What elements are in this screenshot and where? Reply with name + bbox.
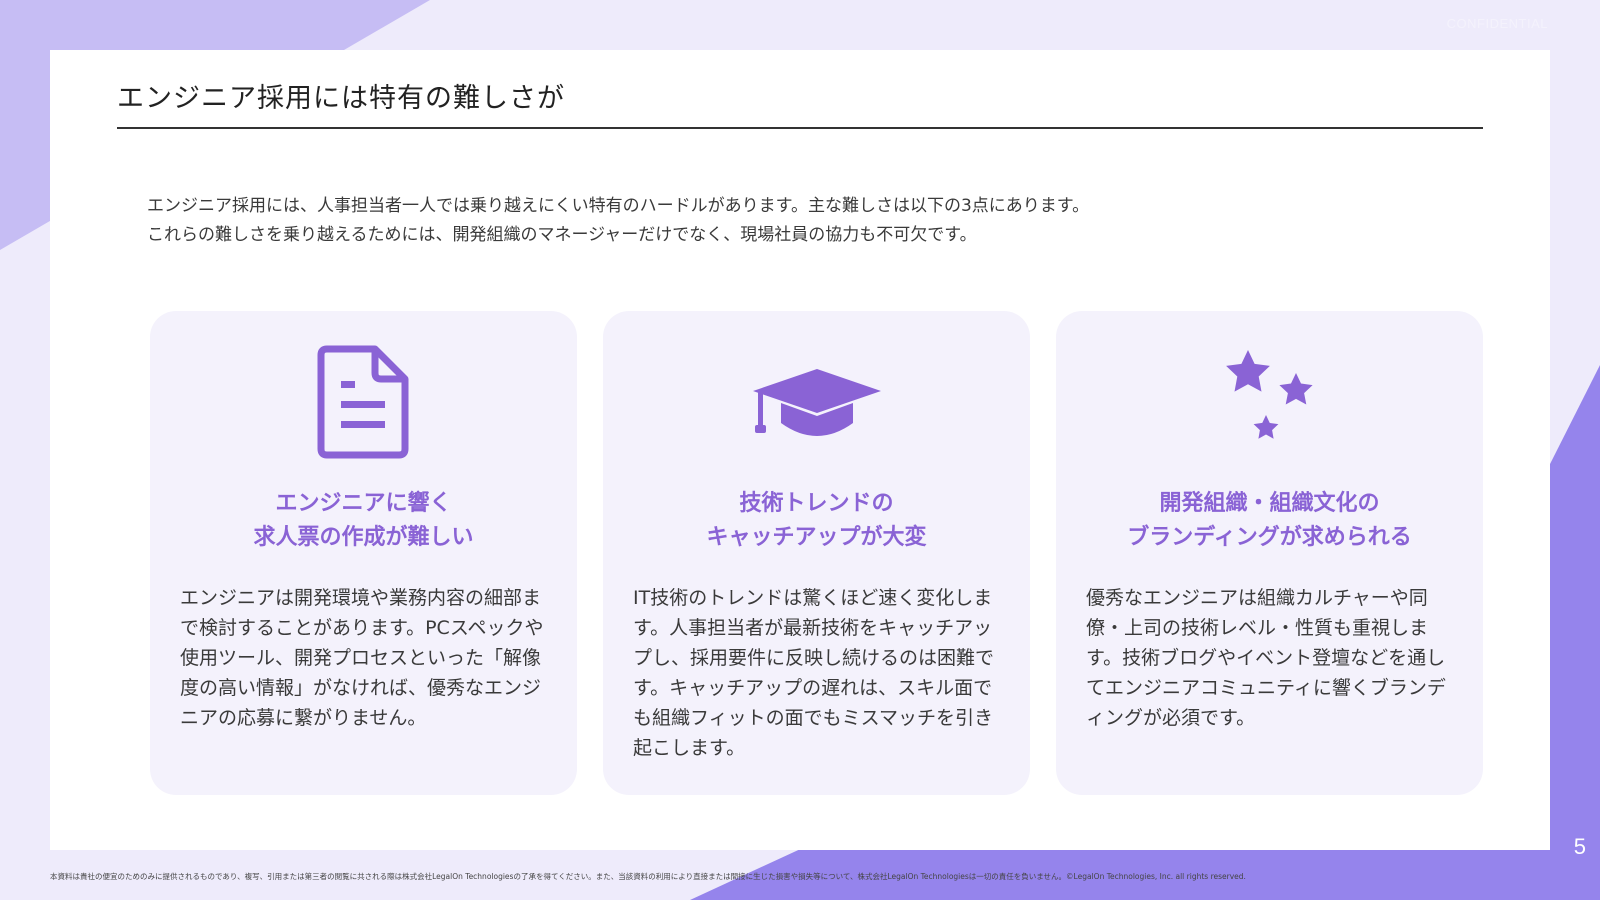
document-icon: [150, 345, 577, 467]
card-branding: 開発組織・組織文化の ブランディングが求められる 優秀なエンジニアは組織カルチャ…: [1056, 311, 1483, 795]
card-heading-line: ブランディングが求められる: [1127, 525, 1412, 550]
graduation-cap-icon: [603, 345, 1030, 467]
card-heading-line: 技術トレンドの: [739, 491, 894, 516]
card-job-posting: エンジニアに響く 求人票の作成が難しい エンジニアは開発環境や業務内容の細部まで…: [150, 311, 577, 795]
card-body: IT技術のトレンドは驚くほど速く変化します。人事担当者が最新技術をキャッチアップ…: [633, 587, 995, 759]
card-heading-line: 開発組織・組織文化の: [1159, 491, 1380, 516]
card-heading-line: キャッチアップが大変: [706, 525, 927, 550]
card-heading: 技術トレンドの キャッチアップが大変: [603, 487, 1030, 555]
intro-text: エンジニア採用には、人事担当者一人では乗り越えにくい特有のハードルがあります。主…: [147, 192, 1447, 250]
stars-icon: [1056, 345, 1483, 467]
intro-line: エンジニア採用には、人事担当者一人では乗り越えにくい特有のハードルがあります。主…: [147, 196, 1090, 216]
card-heading: 開発組織・組織文化の ブランディングが求められる: [1056, 487, 1483, 555]
title-divider: [117, 127, 1483, 129]
slide-content: エンジニア採用には特有の難しさが エンジニア採用には、人事担当者一人では乗り越え…: [50, 50, 1550, 850]
page-number: 5: [1573, 834, 1586, 859]
card-body: エンジニアは開発環境や業務内容の細部まで検討することがあります。PCスペックや使…: [180, 587, 544, 729]
intro-line: これらの難しさを乗り越えるためには、開発組織のマネージャーだけでなく、現場社員の…: [147, 225, 977, 245]
footer-disclaimer: 本資料は貴社の便宜のためのみに提供されるものであり、複写、引用または第三者の閲覧…: [50, 872, 1246, 881]
card-heading-line: 求人票の作成が難しい: [253, 525, 474, 550]
card-body: 優秀なエンジニアは組織カルチャーや同僚・上司の技術レベル・性質も重視します。技術…: [1086, 587, 1446, 729]
page-title: エンジニア採用には特有の難しさが: [117, 83, 565, 114]
card-heading: エンジニアに響く 求人票の作成が難しい: [150, 487, 577, 555]
card-heading-line: エンジニアに響く: [275, 491, 452, 516]
confidential-mark: CONFIDENTIAL: [1446, 16, 1548, 31]
card-tech-trend: 技術トレンドの キャッチアップが大変 IT技術のトレンドは驚くほど速く変化します…: [603, 311, 1030, 795]
